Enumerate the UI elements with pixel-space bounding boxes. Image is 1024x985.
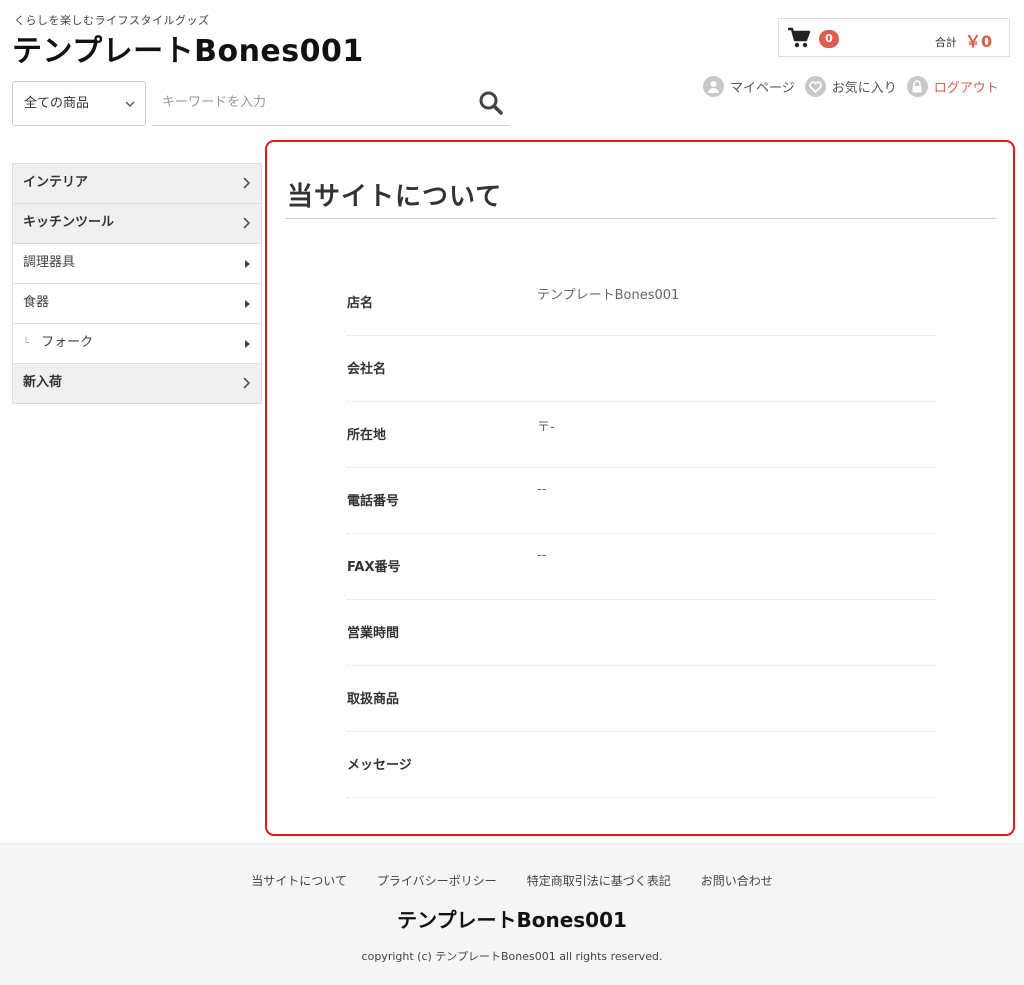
info-row-company: 会社名 bbox=[347, 336, 935, 402]
info-label: 所在地 bbox=[347, 428, 387, 443]
search-icon[interactable] bbox=[478, 90, 504, 116]
footer-logo[interactable]: テンプレートBones001 bbox=[0, 904, 1024, 933]
info-row-hours: 営業時間 bbox=[347, 600, 935, 666]
site-logo[interactable]: テンプレートBones001 bbox=[12, 26, 364, 70]
caret-right-icon bbox=[245, 300, 250, 308]
heart-icon bbox=[804, 76, 826, 97]
info-row-shop-name: 店名 テンプレートBones001 bbox=[347, 270, 935, 336]
cart-total-label: 合計 bbox=[935, 36, 957, 49]
caret-right-icon bbox=[245, 340, 250, 348]
mypage-link[interactable]: マイページ bbox=[703, 76, 795, 97]
info-label: 営業時間 bbox=[347, 626, 400, 641]
sidebar-item-label: キッチンツール bbox=[23, 215, 115, 230]
sidebar-item-interior[interactable]: インテリア bbox=[13, 164, 261, 204]
info-label: 電話番号 bbox=[347, 494, 400, 509]
footer-link-about[interactable]: 当サイトについて bbox=[251, 872, 347, 889]
info-row-fax: FAX番号 -- bbox=[347, 534, 935, 600]
info-row-address: 所在地 〒- bbox=[347, 402, 935, 468]
chevron-right-icon bbox=[243, 377, 251, 389]
logout-label: ログアウト bbox=[933, 81, 999, 96]
info-label: 店名 bbox=[347, 296, 374, 311]
sidebar-item-fork[interactable]: └ フォーク bbox=[13, 324, 261, 364]
cart-summary[interactable]: 0 合計 ￥0 bbox=[778, 18, 1010, 57]
chevron-right-icon bbox=[243, 217, 251, 229]
favorites-link[interactable]: お気に入り bbox=[804, 76, 897, 97]
sidebar-item-label: フォーク bbox=[41, 335, 94, 350]
sidebar-item-label: 調理器具 bbox=[23, 255, 76, 270]
info-row-products: 取扱商品 bbox=[347, 666, 935, 732]
chevron-down-icon bbox=[125, 101, 135, 107]
sidebar-item-label: 新入荷 bbox=[23, 375, 63, 390]
tree-branch-icon: └ bbox=[23, 338, 30, 349]
sidebar-item-cookware[interactable]: 調理器具 bbox=[13, 244, 261, 284]
mypage-label: マイページ bbox=[730, 81, 795, 96]
info-value: -- bbox=[537, 482, 547, 497]
sidebar-item-tableware[interactable]: 食器 bbox=[13, 284, 261, 324]
sidebar-item-kitchen-tools[interactable]: キッチンツール bbox=[13, 204, 261, 244]
info-value: -- bbox=[537, 548, 547, 563]
cart-icon bbox=[788, 27, 811, 48]
logout-link[interactable]: ログアウト bbox=[906, 76, 999, 97]
info-label: 会社名 bbox=[347, 362, 387, 377]
chevron-right-icon bbox=[243, 177, 251, 189]
user-icon bbox=[703, 76, 724, 97]
cart-count-badge: 0 bbox=[819, 30, 839, 48]
site-footer: 当サイトについて プライバシーポリシー 特定商取引法に基づく表記 お問い合わせ … bbox=[0, 843, 1024, 985]
shop-info-table: 店名 テンプレートBones001 会社名 所在地 〒- 電話番号 -- FAX… bbox=[347, 270, 935, 798]
search-input[interactable]: キーワードを入力 bbox=[153, 81, 509, 126]
user-nav: マイページ お気に入り ログアウト bbox=[703, 76, 999, 97]
info-label: FAX番号 bbox=[347, 560, 401, 575]
category-select-value: 全ての商品 bbox=[24, 96, 90, 111]
footer-nav: 当サイトについて プライバシーポリシー 特定商取引法に基づく表記 お問い合わせ bbox=[0, 872, 1024, 889]
sidebar-item-new-arrivals[interactable]: 新入荷 bbox=[13, 364, 261, 404]
cart-total-value: ￥0 bbox=[965, 32, 993, 51]
sidebar-item-label: インテリア bbox=[23, 175, 89, 190]
footer-link-contact[interactable]: お問い合わせ bbox=[701, 872, 773, 889]
footer-link-tokusho[interactable]: 特定商取引法に基づく表記 bbox=[527, 872, 671, 889]
category-select[interactable]: 全ての商品 bbox=[12, 81, 146, 126]
title-divider bbox=[285, 218, 996, 219]
lock-icon bbox=[906, 76, 928, 97]
page-title: 当サイトについて bbox=[287, 182, 503, 212]
caret-right-icon bbox=[245, 260, 250, 268]
info-row-message: メッセージ bbox=[347, 732, 935, 798]
footer-copyright: copyright (c) テンプレートBones001 all rights … bbox=[361, 950, 663, 963]
info-label: 取扱商品 bbox=[347, 692, 400, 707]
sidebar-item-label: 食器 bbox=[23, 295, 50, 310]
category-sidebar: インテリア キッチンツール 調理器具 食器 └ フォーク 新入荷 bbox=[12, 163, 262, 404]
info-value: テンプレートBones001 bbox=[537, 288, 680, 303]
footer-link-privacy[interactable]: プライバシーポリシー bbox=[377, 872, 497, 889]
favorites-label: お気に入り bbox=[831, 81, 897, 96]
info-value: 〒- bbox=[537, 420, 555, 435]
info-label: メッセージ bbox=[347, 758, 412, 773]
info-row-phone: 電話番号 -- bbox=[347, 468, 935, 534]
